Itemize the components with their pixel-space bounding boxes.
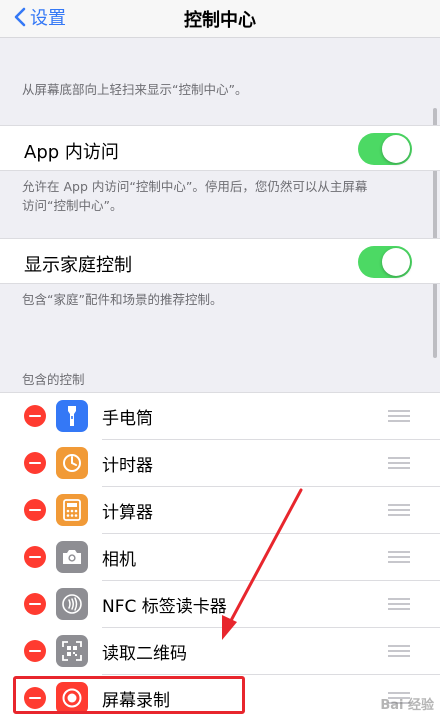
watermark: Bai 经验 [380,698,434,713]
red-arrow-annotation [222,488,303,640]
